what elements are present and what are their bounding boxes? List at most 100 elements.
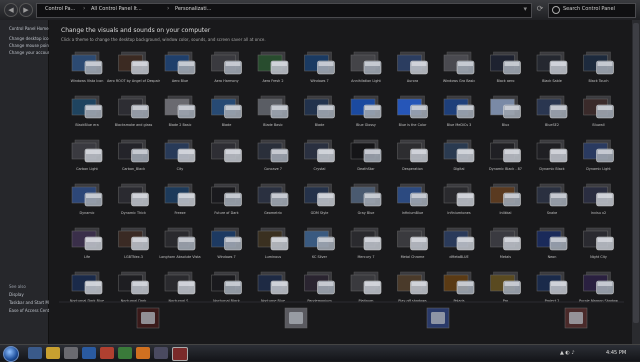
theme-tile[interactable]: Platinum bbox=[350, 271, 382, 303]
theme-tile[interactable]: Project 2 bbox=[536, 271, 568, 303]
theme-tile[interactable]: Geometrix bbox=[257, 183, 289, 215]
theme-tile[interactable]: Dynamic bbox=[71, 183, 103, 215]
theme-tile[interactable]: Dynamic Light bbox=[583, 139, 614, 171]
refresh-icon[interactable]: ⟳ bbox=[535, 4, 545, 14]
theme-tile[interactable]: Crystal bbox=[304, 139, 335, 171]
theme-tile[interactable]: Dynamic Thick bbox=[118, 183, 149, 215]
sidebar-item-home[interactable]: Control Panel Home bbox=[9, 26, 49, 31]
address-dropdown-icon[interactable]: ▾ bbox=[523, 5, 527, 13]
theme-tile[interactable]: BlackBlue era bbox=[71, 95, 103, 127]
app-icon[interactable] bbox=[154, 347, 168, 359]
breadcrumb-personalization[interactable]: Personalizati... bbox=[175, 6, 211, 12]
breadcrumb-separator[interactable]: › bbox=[167, 5, 169, 12]
search-input[interactable]: Search Control Panel bbox=[548, 3, 636, 18]
theme-tile[interactable]: Nocturne Blue bbox=[257, 271, 289, 303]
breadcrumb-control-panel[interactable]: Control Pa... bbox=[45, 6, 75, 12]
theme-tile[interactable]: Snake bbox=[536, 183, 568, 215]
theme-tile[interactable]: Metal Chrome bbox=[397, 227, 428, 259]
theme-tile[interactable]: Infiniumtones bbox=[443, 183, 475, 215]
theme-tile[interactable]: Invisu x2 bbox=[583, 183, 614, 215]
theme-tile[interactable]: Night City bbox=[583, 227, 614, 259]
theme-tile[interactable]: Aero Fresh 2 bbox=[257, 51, 289, 83]
theme-tile[interactable]: Aurora bbox=[397, 51, 428, 83]
folder-icon[interactable] bbox=[46, 347, 60, 359]
theme-tile[interactable]: Bluwall bbox=[583, 95, 614, 127]
theme-tile[interactable]: Play off shadows bbox=[397, 271, 428, 303]
theme-tile[interactable]: GDM Style bbox=[304, 183, 335, 215]
theme-tile[interactable]: Aero ROOT by Angel of Despair bbox=[107, 51, 161, 83]
theme-tile[interactable]: Blade 2 Basic bbox=[164, 95, 196, 127]
theme-tile[interactable]: BlueSE2 bbox=[536, 95, 568, 127]
theme-tile[interactable] bbox=[211, 139, 242, 163]
theme-tile[interactable]: Mercury 7 bbox=[350, 227, 382, 259]
forward-button[interactable]: ▶ bbox=[19, 3, 33, 17]
theme-tile[interactable]: Black Sable bbox=[536, 51, 568, 83]
address-bar[interactable]: Control Pa... › All Control Panel It... … bbox=[36, 3, 532, 18]
theme-tile[interactable]: Windows 7 bbox=[304, 51, 335, 83]
theme-tile[interactable]: Aero Blue bbox=[164, 51, 196, 83]
theme-tile[interactable]: Neon bbox=[536, 227, 568, 259]
app-icon[interactable] bbox=[100, 347, 114, 359]
browser-icon[interactable] bbox=[136, 347, 150, 359]
theme-tile[interactable]: Inlikkal bbox=[490, 183, 521, 215]
theme-tile[interactable] bbox=[426, 307, 450, 329]
app-icon[interactable] bbox=[82, 347, 96, 359]
theme-tile[interactable]: Pandemonium bbox=[304, 271, 335, 303]
theme-tile[interactable]: Blade bbox=[211, 95, 242, 127]
theme-tile[interactable]: dMetaBLUE bbox=[443, 227, 475, 259]
theme-tile[interactable]: Blue is the Color bbox=[397, 95, 428, 127]
theme-tile[interactable]: Black aero bbox=[490, 51, 521, 83]
theme-tile[interactable]: Nocturnal S... bbox=[164, 271, 196, 303]
theme-tile[interactable]: Gray Blue bbox=[350, 183, 382, 215]
theme-tile[interactable]: City bbox=[164, 139, 196, 171]
theme-tile[interactable]: Nocturnal Dark bbox=[118, 271, 149, 303]
theme-tile[interactable]: Future of Dark bbox=[211, 183, 242, 215]
breadcrumb-separator[interactable]: › bbox=[83, 5, 85, 12]
theme-tile[interactable]: Purple Maroon Shadow bbox=[579, 271, 618, 303]
theme-tile[interactable]: Concave 7 bbox=[257, 139, 289, 171]
theme-tile[interactable]: Nocturnal Dark Blue bbox=[70, 271, 104, 303]
theme-tile[interactable]: Pro bbox=[490, 271, 521, 303]
theme-tile[interactable] bbox=[564, 307, 588, 329]
theme-tile[interactable]: Life bbox=[71, 227, 103, 259]
theme-tile[interactable]: Blue Glossy bbox=[350, 95, 382, 127]
theme-tile[interactable]: Freeze bbox=[164, 183, 196, 215]
theme-tile[interactable]: LGBTNex.3 bbox=[118, 227, 149, 259]
theme-tile[interactable]: DeathStar bbox=[350, 139, 382, 171]
theme-tile[interactable]: Digital bbox=[443, 139, 475, 171]
theme-tile[interactable]: Metals bbox=[490, 227, 521, 259]
sidebar-item-ease-of-access[interactable]: Ease of Access Center bbox=[9, 308, 53, 313]
theme-tile[interactable]: Windows Vista Icon bbox=[71, 51, 104, 83]
theme-tile[interactable]: Annihilation Light bbox=[350, 51, 382, 83]
sidebar-item-display[interactable]: Display bbox=[9, 292, 24, 297]
clock[interactable]: 4:45 PM bbox=[606, 350, 626, 356]
system-tray[interactable]: ▲ ◐ ♪ bbox=[560, 350, 575, 356]
theme-tile[interactable]: InfiniumBlue bbox=[397, 183, 428, 215]
theme-tile[interactable]: Polaris bbox=[443, 271, 475, 303]
theme-tile[interactable] bbox=[284, 307, 308, 329]
theme-tile[interactable]: Longhorn Absolute Vista bbox=[159, 227, 201, 259]
theme-tile[interactable]: Blade Basic bbox=[257, 95, 289, 127]
sidebar-item-desktop-icons[interactable]: Change desktop icons bbox=[9, 36, 53, 41]
theme-tile[interactable]: Carbon Light bbox=[71, 139, 103, 171]
ie-icon[interactable] bbox=[28, 347, 42, 359]
back-button[interactable]: ◀ bbox=[4, 3, 18, 17]
theme-tile[interactable]: Windows 7 bbox=[211, 227, 242, 259]
theme-tile[interactable]: Aero Harmony bbox=[211, 51, 242, 83]
theme-tile[interactable]: Carbon_Black bbox=[118, 139, 149, 171]
scrollbar-thumb[interactable] bbox=[633, 23, 639, 323]
control-panel-taskbar-icon[interactable] bbox=[172, 347, 188, 361]
theme-tile[interactable] bbox=[136, 307, 160, 329]
theme-tile[interactable]: Windows Gra Basic bbox=[443, 51, 476, 83]
theme-tile[interactable]: Blacksmoke and glass bbox=[115, 95, 153, 127]
theme-tile[interactable]: Blue MeDiCs 3 bbox=[443, 95, 475, 127]
theme-tile[interactable]: KC Silver bbox=[304, 227, 335, 259]
theme-tile[interactable]: Dynamic Black bbox=[536, 139, 568, 171]
theme-tile[interactable]: Luminous bbox=[257, 227, 289, 259]
theme-tile[interactable]: Desperation bbox=[397, 139, 428, 171]
breadcrumb-all-items[interactable]: All Control Panel It... bbox=[91, 6, 142, 12]
theme-tile[interactable]: Blux bbox=[490, 95, 521, 127]
theme-tile[interactable]: Blade bbox=[304, 95, 335, 127]
theme-tile[interactable]: Nocturnal Black bbox=[211, 271, 242, 303]
scrollbar[interactable] bbox=[632, 20, 640, 344]
